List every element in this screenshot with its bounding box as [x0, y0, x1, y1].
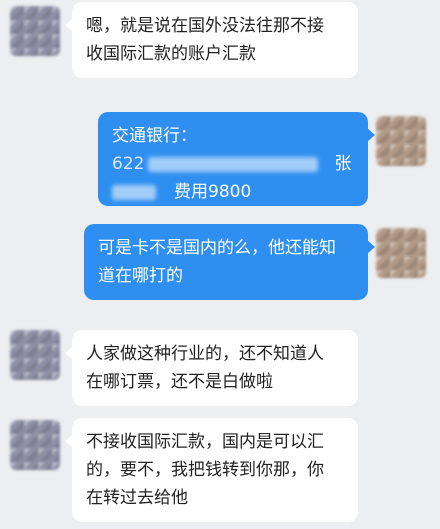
- redacted-account-number: [148, 156, 319, 172]
- message-text-line: 在转过去给他: [86, 488, 188, 508]
- fee-line: 费用9800: [112, 178, 354, 206]
- account-number-line: 622 张: [112, 150, 354, 178]
- account-holder-text: 张: [334, 154, 352, 174]
- own-avatar[interactable]: [376, 116, 426, 166]
- message-text-line: 道在哪打的: [98, 266, 183, 286]
- redacted-holder-name: [112, 184, 156, 200]
- incoming-message-bubble[interactable]: 人家做这种行业的，还不知道人 在哪订票，还不是白做啦: [65, 330, 358, 406]
- message-text-line: 人家做这种行业的，还不知道人: [86, 344, 324, 364]
- message-text-line: 收国际汇款的账户汇款: [86, 44, 256, 64]
- incoming-message-bubble[interactable]: 嗯，就是说在国外没法往那不接 收国际汇款的账户汇款: [65, 2, 358, 78]
- message-text-line: 可是卡不是国内的么，他还能知: [98, 238, 336, 258]
- fee-text: 费用9800: [174, 182, 252, 202]
- message-text-line: 不接收国际汇款，国内是可以汇: [86, 432, 324, 452]
- own-avatar[interactable]: [376, 228, 426, 278]
- message-text-line: 嗯，就是说在国外没法往那不接: [86, 16, 324, 36]
- contact-avatar[interactable]: [10, 330, 60, 380]
- outgoing-message-bubble[interactable]: 交通银行： 622 张 费用9800: [98, 112, 375, 206]
- outgoing-message-bubble[interactable]: 可是卡不是国内的么，他还能知 道在哪打的: [84, 224, 375, 300]
- message-text-line: 在哪订票，还不是白做啦: [86, 372, 273, 392]
- incoming-message-bubble[interactable]: 不接收国际汇款，国内是可以汇 的，要不，我把钱转到你那，你 在转过去给他: [65, 418, 358, 522]
- message-text-line: 的，要不，我把钱转到你那，你: [86, 460, 324, 480]
- contact-avatar[interactable]: [10, 6, 60, 56]
- contact-avatar[interactable]: [10, 420, 60, 470]
- account-prefix-text: 622: [112, 154, 145, 174]
- bank-name-text: 交通银行：: [112, 126, 197, 146]
